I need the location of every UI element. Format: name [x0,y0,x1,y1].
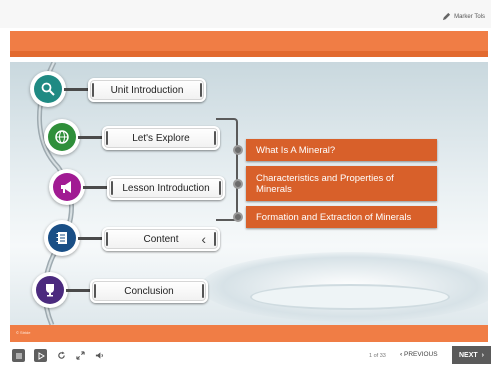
copyright-text: © Stride [16,330,31,335]
menu-item-label: Conclusion [124,285,174,297]
connector-line [64,88,90,91]
submenu-item-label: Characteristics and Properties of Minera… [256,172,394,195]
next-button[interactable]: NEXT › [452,346,491,364]
list-icon [15,353,22,358]
submenu-item-formation-extraction[interactable]: Formation and Extraction of Minerals [246,206,437,228]
menu-node-content[interactable] [44,220,80,256]
previous-button[interactable]: ‹ PREVIOUS [400,351,438,358]
menu-item-label: Unit Introduction [110,84,184,96]
pill-cap-left [94,284,96,298]
top-toolbar: Marker Tols [0,0,491,28]
menu-node-conclusion[interactable] [32,272,68,308]
play-button[interactable] [34,349,47,362]
next-label: NEXT [458,351,478,359]
menu-toggle-button[interactable] [12,349,25,362]
menu-item-conclusion[interactable]: Conclusion [90,279,208,303]
play-icon [38,351,45,360]
trophy-icon [46,284,54,297]
expand-icon [76,351,85,360]
magnifier-icon [41,82,55,96]
menu-item-unit-introduction[interactable]: Unit Introduction [88,78,206,102]
pill-cap-left [111,181,113,195]
menu-item-lesson-introduction[interactable]: Lesson Introduction [107,176,225,200]
replay-button[interactable] [55,349,68,362]
marker-pen-icon [442,12,451,21]
menu-node-unit-introduction[interactable] [30,71,66,107]
slide-header-band [10,31,488,51]
submenu-item-characteristics[interactable]: Characteristics and Properties of Minera… [246,166,437,201]
megaphone-icon [61,181,71,193]
submenu-item-label: Formation and Extraction of Minerals [256,211,412,223]
player-window: Marker Tols © Stride Unit Introduction L… [0,0,491,365]
slide-footer-band: © Stride [10,325,488,342]
submenu-item-label: What Is A Mineral? [256,144,336,156]
menu-node-lets-explore[interactable] [44,119,80,155]
volume-icon [95,352,103,359]
menu-node-lesson-introduction[interactable] [49,169,85,205]
marker-tools-button[interactable]: Marker Tols [442,12,485,21]
menu-item-label: Let's Explore [132,132,190,144]
connector-line [66,289,92,292]
fullscreen-button[interactable] [74,349,87,362]
pill-cap-right [200,83,202,97]
bracket-node [233,179,243,189]
bracket-node [233,212,243,222]
replay-icon [58,351,65,359]
pedestal-ring [250,284,450,310]
menu-item-label: Lesson Introduction [122,182,210,194]
player-controls: 1 of 33 ‹ PREVIOUS NEXT › [0,345,491,365]
submenu-bracket [216,118,238,221]
pill-cap-left [92,83,94,97]
marker-tools-label: Marker Tols [454,13,485,20]
connector-line [78,237,104,240]
menu-item-lets-explore[interactable]: Let's Explore [102,126,220,150]
bracket-node [233,145,243,155]
volume-button[interactable] [93,349,106,362]
pill-cap-right [202,284,204,298]
chevron-right-icon: › [481,351,484,359]
connector-line [83,186,109,189]
pill-cap-left [106,232,108,246]
pill-cap-right [214,232,216,246]
notebook-icon [56,232,67,244]
menu-item-label: Content [143,233,179,245]
connector-line [78,136,104,139]
chevron-left-icon: ‹ [201,231,206,247]
menu-item-content[interactable]: Content ‹ [102,227,220,251]
submenu-item-what-is-a-mineral[interactable]: What Is A Mineral? [246,139,437,161]
pill-cap-left [106,131,108,145]
previous-label: PREVIOUS [403,351,438,358]
chevron-left-icon: ‹ [400,351,403,358]
globe-icon [55,130,69,144]
page-counter: 1 of 33 [369,353,386,359]
